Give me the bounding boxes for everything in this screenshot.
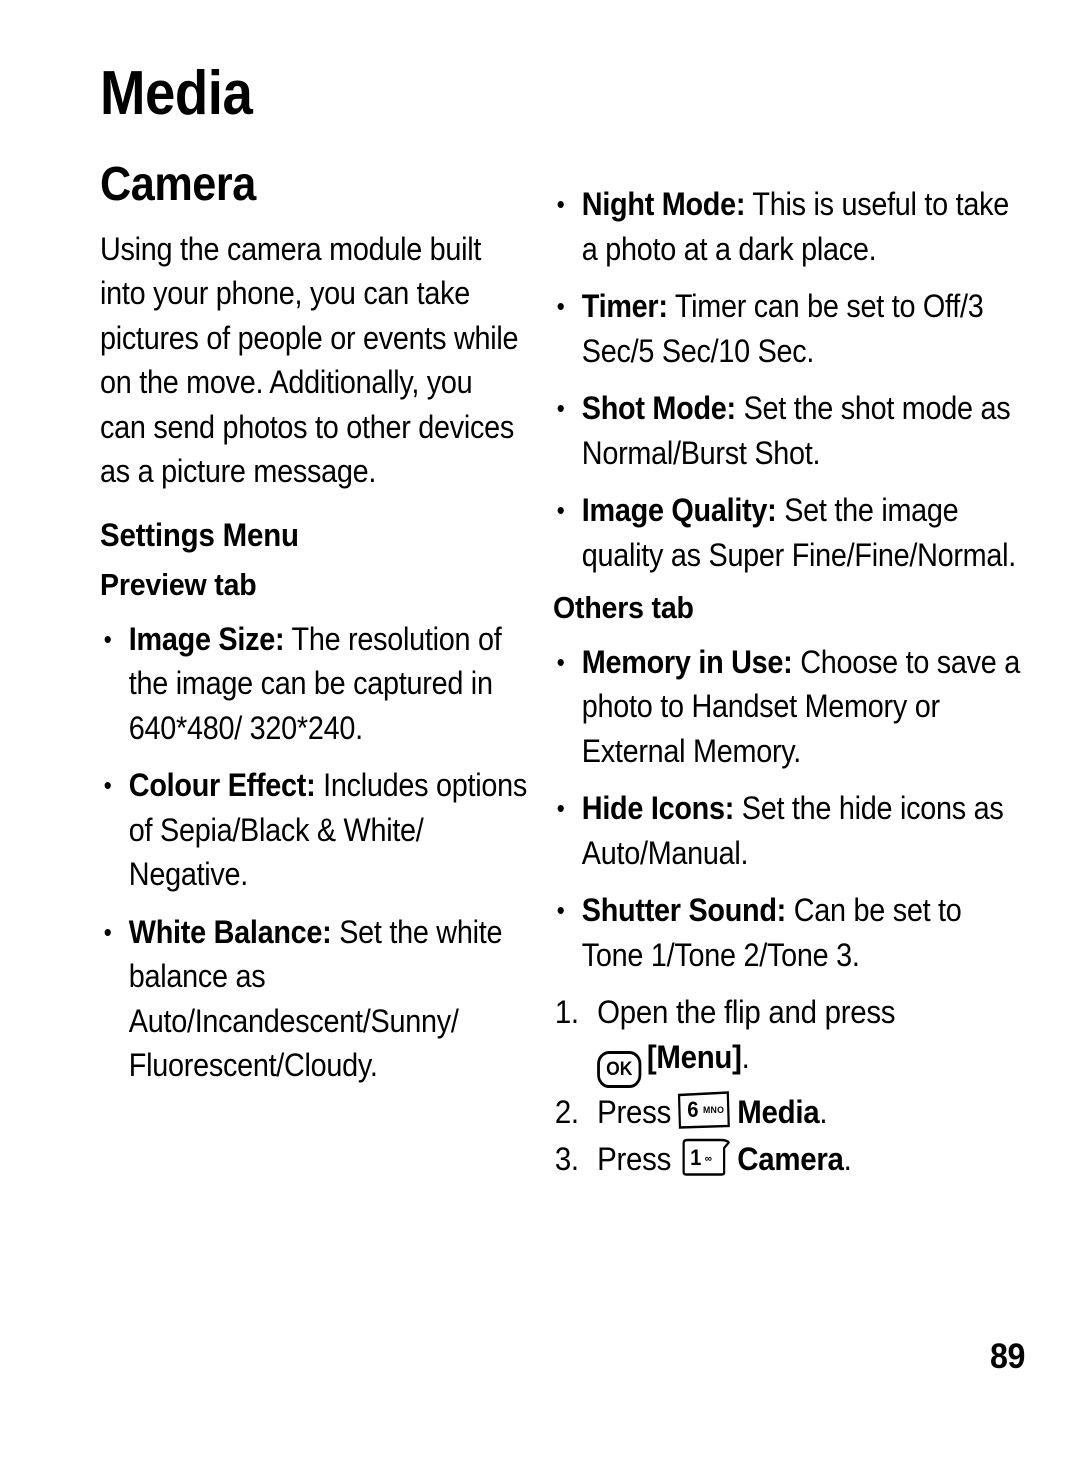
list-item: Memory in Use: Choose to save a photo to… bbox=[553, 640, 1021, 774]
list-item: 3. Press 1 ∞ Camera. bbox=[553, 1137, 1034, 1182]
number-key-6-icon: 6 MNO bbox=[677, 1090, 732, 1130]
number-key-1-icon: 1 ∞ bbox=[677, 1137, 732, 1177]
list-item: Image Quality: Set the image quality as … bbox=[553, 488, 1021, 577]
manual-page: Media Camera Using the camera module bui… bbox=[0, 0, 1080, 1460]
step-trailing: . bbox=[741, 1039, 750, 1076]
section-heading-camera: Camera bbox=[100, 158, 256, 211]
step-text-after: Media bbox=[737, 1094, 820, 1131]
left-column: Camera Using the camera module built int… bbox=[100, 158, 528, 1101]
preview-tab-bullet-list-continued: Night Mode: This is useful to take a pho… bbox=[553, 182, 1017, 577]
numbered-steps-list: 1. Open the flip and press OK [Menu]. 2. Pr… bbox=[553, 990, 993, 1182]
step-text-before: Open the flip and press bbox=[597, 994, 896, 1031]
ok-key-icon: OK bbox=[597, 1051, 642, 1089]
list-item: Shot Mode: Set the shot mode as Normal/B… bbox=[553, 386, 1021, 475]
bullet-term: Shutter Sound: bbox=[581, 892, 787, 929]
step-number: 2. bbox=[554, 1094, 579, 1131]
list-item: Night Mode: This is useful to take a pho… bbox=[553, 182, 1021, 271]
page-number: 89 bbox=[990, 1337, 1025, 1376]
step-trailing: . bbox=[843, 1141, 852, 1178]
svg-text:MNO: MNO bbox=[703, 1105, 724, 1115]
step-number: 3. bbox=[554, 1141, 579, 1178]
chapter-title: Media bbox=[100, 59, 253, 128]
others-tab-bullet-list: Memory in Use: Choose to save a photo to… bbox=[553, 640, 1021, 978]
step-number: 1. bbox=[554, 994, 579, 1031]
step-text-after: [Menu] bbox=[646, 1039, 742, 1076]
bullet-term: Colour Effect: bbox=[128, 767, 316, 804]
list-item: White Balance: Set the white balance as … bbox=[100, 910, 548, 1088]
preview-tab-bullet-list: Image Size: The resolution of the image … bbox=[100, 617, 528, 1088]
svg-text:6: 6 bbox=[688, 1098, 699, 1122]
settings-menu-heading: Settings Menu bbox=[100, 516, 299, 553]
list-item: Colour Effect: Includes options of Sepia… bbox=[100, 763, 548, 897]
step-text-after: Camera bbox=[737, 1141, 844, 1178]
list-item: Image Size: The resolution of the image … bbox=[100, 617, 548, 751]
list-item: Shutter Sound: Can be set to Tone 1/Tone… bbox=[553, 888, 1021, 977]
svg-text:∞: ∞ bbox=[705, 1153, 713, 1165]
list-item: 2. Press 6 MNO Media. bbox=[553, 1090, 1034, 1135]
list-item: 1. Open the flip and press OK [Menu]. bbox=[553, 990, 1034, 1089]
preview-tab-heading: Preview tab bbox=[100, 567, 257, 603]
right-column: Night Mode: This is useful to take a pho… bbox=[553, 160, 1021, 1184]
intro-paragraph: Using the camera module built into your … bbox=[100, 230, 519, 490]
list-item: Hide Icons: Set the hide icons as Auto/M… bbox=[553, 786, 1021, 875]
bullet-term: White Balance: bbox=[128, 913, 332, 950]
svg-text:1: 1 bbox=[690, 1146, 701, 1170]
step-text-before: Press bbox=[597, 1141, 672, 1178]
bullet-term: Hide Icons: bbox=[581, 790, 735, 827]
step-text-before: Press bbox=[597, 1094, 672, 1131]
step-trailing: . bbox=[819, 1094, 828, 1131]
others-tab-heading: Others tab bbox=[553, 590, 694, 625]
bullet-term: Image Size: bbox=[128, 620, 285, 657]
bullet-term: Memory in Use: bbox=[581, 643, 793, 680]
bullet-term: Timer: bbox=[581, 288, 668, 324]
bullet-term: Shot Mode: bbox=[581, 390, 736, 426]
bullet-term: Image Quality: bbox=[581, 492, 777, 528]
bullet-term: Night Mode: bbox=[581, 186, 746, 222]
list-item: Timer: Timer can be set to Off/3 Sec/5 S… bbox=[553, 284, 1021, 373]
